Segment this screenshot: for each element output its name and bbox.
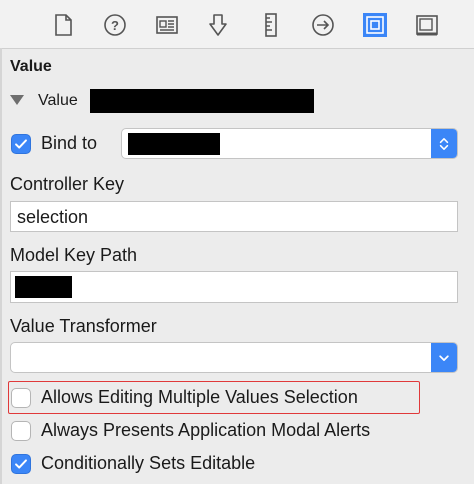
quick-help-icon[interactable]: ?	[100, 10, 130, 40]
controller-key-field[interactable]: selection	[10, 201, 458, 232]
popup-stepper-icon	[431, 129, 457, 158]
identity-inspector-icon[interactable]	[152, 10, 182, 40]
size-inspector-icon[interactable]	[256, 10, 286, 40]
bindings-inspector-icon[interactable]	[360, 10, 390, 40]
always-presents-modal-alerts-label: Always Presents Application Modal Alerts	[41, 420, 371, 440]
conditionally-sets-editable-checkbox[interactable]	[11, 454, 31, 474]
view-effects-icon[interactable]	[412, 10, 442, 40]
section-title: Value	[10, 58, 52, 75]
redacted-value	[90, 89, 314, 113]
inspector-toolbar: ?	[0, 0, 474, 49]
always-presents-modal-alerts-checkbox[interactable]	[11, 421, 31, 441]
svg-text:?: ?	[111, 18, 119, 33]
model-key-path-field[interactable]	[10, 271, 458, 303]
file-inspector-icon[interactable]	[48, 10, 78, 40]
allows-editing-multiple-values-label: Allows Editing Multiple Values Selection	[41, 387, 358, 407]
connections-inspector-icon[interactable]	[308, 10, 338, 40]
controller-key-label: Controller Key	[10, 174, 125, 194]
chevron-down-icon[interactable]	[431, 343, 457, 372]
bind-to-checkbox[interactable]	[11, 134, 31, 154]
disclosure-triangle-icon[interactable]	[10, 95, 24, 105]
attributes-inspector-icon[interactable]	[203, 10, 233, 40]
bind-to-popup[interactable]	[121, 128, 458, 159]
model-key-path-label: Model Key Path	[10, 245, 138, 265]
bind-to-label: Bind to	[41, 133, 98, 153]
panel-edge	[0, 48, 2, 484]
value-transformer-combobox[interactable]	[10, 342, 458, 373]
redacted-bind-target	[128, 133, 220, 155]
redacted-key-path	[15, 276, 72, 298]
value-transformer-label: Value Transformer	[10, 316, 157, 336]
value-binding-label: Value	[38, 92, 78, 109]
allows-editing-multiple-values-checkbox[interactable]	[11, 388, 31, 408]
conditionally-sets-editable-label: Conditionally Sets Editable	[41, 453, 256, 473]
